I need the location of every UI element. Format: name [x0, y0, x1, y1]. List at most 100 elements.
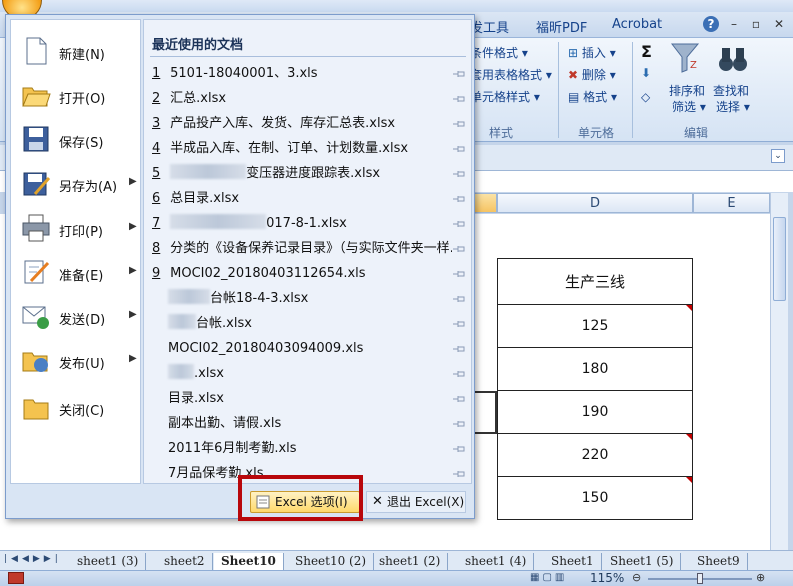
sheet-tab[interactable]: sheet1 (4) [458, 553, 535, 570]
sheet-tab-active[interactable]: Sheet10 [214, 553, 284, 570]
sheet-tab[interactable]: Sheet1 (5) [603, 553, 682, 570]
sheet-tab[interactable]: sheet2 [157, 553, 213, 570]
find-binoculars-icon[interactable] [718, 44, 748, 74]
expand-formula-icon[interactable]: ⌄ [771, 149, 785, 163]
recent-doc[interactable]: .xlsx [152, 361, 452, 386]
recent-doc[interactable]: 2011年6月制考勤.xls [152, 436, 452, 461]
pin-icon[interactable] [452, 394, 466, 404]
cell-styles-button[interactable]: 单元格样式 ▾ [470, 88, 540, 105]
status-bar: ▦▢▥ 115% ⊖ ⊕ [0, 570, 793, 586]
minimize-icon[interactable]: – [726, 16, 742, 32]
menu-item-save-as[interactable]: 另存为(A) ▶ [17, 164, 142, 204]
styles-group-label: 样式 [489, 126, 514, 140]
zoom-level[interactable]: 115% [590, 571, 624, 585]
data-cell[interactable]: 190 [497, 391, 693, 434]
close-icon[interactable]: ✕ [771, 16, 787, 32]
recent-doc[interactable]: 1 5101-18040001、3.xls [152, 61, 452, 86]
tab-acrobat[interactable]: Acrobat [612, 17, 662, 32]
scroll-thumb[interactable] [773, 217, 786, 301]
menu-item-publish[interactable]: 发布(U) ▶ [17, 341, 142, 381]
recent-doc[interactable]: 5 变压器进度跟踪表.xlsx [152, 161, 452, 186]
menu-item-send[interactable]: 发送(D) ▶ [17, 297, 142, 337]
recent-doc[interactable]: 9 MOCI02_20180403112654.xls [152, 261, 452, 286]
pin-icon[interactable] [452, 469, 466, 479]
tab-foxit-pdf[interactable]: 福昕PDF [536, 17, 587, 36]
recent-doc[interactable]: 2 汇总.xlsx [152, 86, 452, 111]
recent-doc[interactable]: 副本出勤、请假.xls [152, 411, 452, 436]
menu-item-open[interactable]: 打开(O) [17, 76, 142, 116]
recent-doc[interactable]: 6 总目录.xlsx [152, 186, 452, 211]
help-icon[interactable]: ? [703, 16, 719, 32]
recent-doc[interactable]: 台帐.xlsx [152, 311, 452, 336]
header-cell[interactable]: 生产三线 [497, 258, 693, 305]
menu-item-new[interactable]: 新建(N) [17, 32, 142, 72]
recent-doc[interactable]: 4 半成品入库、在制、订单、计划数量.xlsx [152, 136, 452, 161]
data-cell[interactable]: 220 [497, 434, 693, 477]
recent-doc[interactable]: 7 017-8-1.xlsx [152, 211, 452, 236]
zoom-slider-thumb[interactable] [697, 573, 703, 584]
menu-item-save[interactable]: 保存(S) [17, 120, 142, 160]
pin-icon[interactable] [452, 294, 466, 304]
macro-record-icon[interactable] [8, 572, 24, 584]
vertical-scrollbar[interactable] [770, 193, 788, 550]
autosum-icon[interactable]: Σ [641, 42, 652, 61]
menu-item-label: 新建(N) [59, 48, 105, 63]
find-select-label-2[interactable]: 选择 ▾ [716, 98, 750, 115]
clear-icon[interactable]: ◇ [641, 90, 650, 104]
recent-doc[interactable]: 目录.xlsx [152, 386, 452, 411]
format-as-table-button[interactable]: 套用表格格式 ▾ [470, 66, 552, 83]
sheet-tab[interactable]: Sheet1 [544, 553, 602, 570]
sheet-nav-arrows-icon[interactable]: |◀◀▶▶| [4, 554, 62, 564]
pin-icon[interactable] [452, 269, 466, 279]
sheet-tab[interactable]: Sheet10 (2) [288, 553, 375, 570]
data-cell[interactable]: 150 [497, 477, 693, 520]
view-buttons-icon[interactable]: ▦▢▥ [530, 572, 567, 583]
conditional-format-button[interactable]: 条件格式 ▾ [470, 44, 528, 61]
pin-icon[interactable] [452, 344, 466, 354]
menu-item-print[interactable]: 打印(P) ▶ [17, 209, 142, 249]
recent-doc[interactable]: 8 分类的《设备保养记录目录》（与实际文件夹一样... [152, 236, 452, 261]
sheet-tab[interactable]: sheet1 (3) [70, 553, 147, 570]
pin-icon[interactable] [452, 69, 466, 79]
pin-icon[interactable] [452, 219, 466, 229]
fill-icon[interactable]: ⬇ [641, 66, 651, 80]
recent-doc[interactable]: 台帐18-4-3.xlsx [152, 286, 452, 311]
pin-icon[interactable] [452, 194, 466, 204]
menu-item-close[interactable]: 关闭(C) [17, 388, 142, 428]
tab-developer[interactable]: 发工具 [470, 17, 509, 36]
pin-icon[interactable] [452, 319, 466, 329]
restore-icon[interactable]: ▫ [748, 16, 764, 32]
pin-icon[interactable] [452, 169, 466, 179]
sort-filter-label-2[interactable]: 筛选 ▾ [672, 98, 706, 115]
divider [150, 56, 466, 57]
recent-doc[interactable]: MOCI02_20180403094009.xls [152, 336, 452, 361]
exit-excel-button[interactable]: ✕ 退出 Excel(X) [366, 491, 466, 513]
data-cell[interactable]: 125 [497, 305, 693, 348]
sheet-tab[interactable]: sheet1 (2) [372, 553, 449, 570]
pin-icon[interactable] [452, 144, 466, 154]
insert-button[interactable]: ⊞ 插入 ▾ [568, 44, 616, 61]
pin-icon[interactable] [452, 94, 466, 104]
save-as-icon [23, 172, 51, 196]
find-select-label-1[interactable]: 查找和 [713, 82, 749, 99]
comment-marker-icon [686, 434, 692, 440]
pin-icon[interactable] [452, 369, 466, 379]
pin-icon[interactable] [452, 419, 466, 429]
sort-filter-icon[interactable]: Z [668, 42, 704, 76]
column-header-e[interactable]: E [693, 193, 770, 213]
sort-filter-label-1[interactable]: 排序和 [669, 82, 705, 99]
pin-icon[interactable] [452, 244, 466, 254]
recent-doc[interactable]: 3 产品投产入库、发货、库存汇总表.xlsx [152, 111, 452, 136]
comment-marker-icon [686, 477, 692, 483]
format-button[interactable]: ▤ 格式 ▾ [568, 88, 617, 105]
zoom-in-icon[interactable]: ⊕ [756, 571, 765, 584]
column-header-d[interactable]: D [497, 193, 693, 213]
zoom-out-icon[interactable]: ⊖ [632, 571, 641, 584]
pin-icon[interactable] [452, 444, 466, 454]
delete-button[interactable]: ✖ 删除 ▾ [568, 66, 616, 83]
comment-marker-icon [686, 305, 692, 311]
pin-icon[interactable] [452, 119, 466, 129]
data-cell[interactable]: 180 [497, 348, 693, 391]
menu-item-prepare[interactable]: 准备(E) ▶ [17, 253, 142, 293]
sheet-tab[interactable]: Sheet9 [690, 553, 748, 570]
